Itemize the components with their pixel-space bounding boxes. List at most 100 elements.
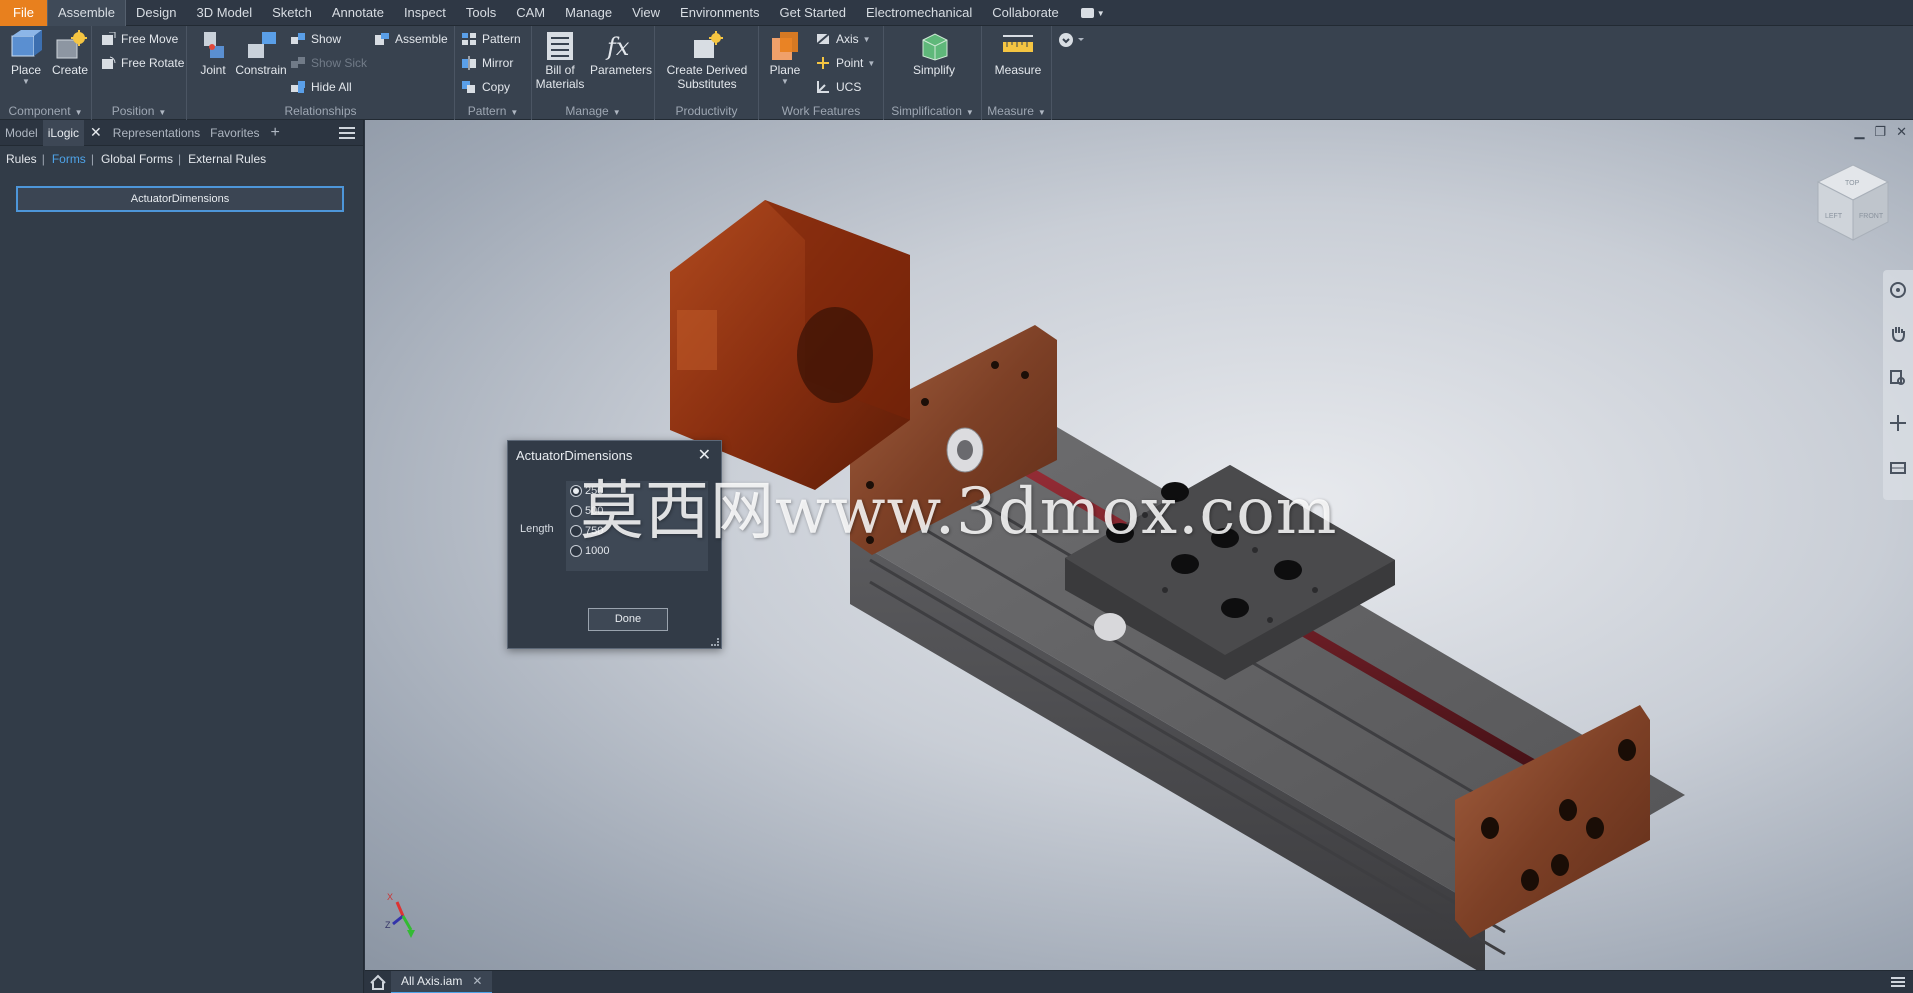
length-option-500[interactable]: 500 [566,501,708,521]
panel-label-manage[interactable]: Manage ▼ [532,104,654,118]
tab-favorites[interactable]: Favorites [205,120,264,146]
dialog-title-bar[interactable]: ActuatorDimensions ✕ [508,441,721,469]
actuator-dimensions-form-button[interactable]: ActuatorDimensions [16,186,344,212]
pattern-button[interactable]: Pattern [461,29,521,49]
radio-icon[interactable] [570,545,582,557]
panel-label-simplification[interactable]: Simplification ▼ [884,104,981,118]
length-option-750[interactable]: 750 [566,521,708,541]
show-button[interactable]: Show [290,29,341,49]
menu-tab-get-started[interactable]: Get Started [770,0,856,26]
measure-button[interactable]: Measure [992,28,1044,92]
panel-label-component[interactable]: Component ▼ [0,104,91,118]
radio-icon[interactable] [570,525,582,537]
link-rules[interactable]: Rules [6,152,37,166]
menu-tab-environments[interactable]: Environments [670,0,769,26]
document-close-icon[interactable]: ✕ [472,974,482,988]
menu-tab-assemble[interactable]: Assemble [46,0,127,26]
parameters-button[interactable]: fx Parameters [590,28,652,92]
hide-all-button[interactable]: Hide All [290,77,352,97]
mirror-button[interactable]: Mirror [461,53,513,73]
link-external-rules[interactable]: External Rules [188,152,266,166]
look-at-icon[interactable] [1883,445,1913,490]
orbit-icon[interactable] [1883,400,1913,445]
minimize-icon[interactable]: ▁ [1854,124,1864,140]
menu-tab-electromechanical[interactable]: Electromechanical [856,0,982,26]
panel-position: Free Move Free Rotate Position ▼ [92,26,187,120]
link-global-forms[interactable]: Global Forms [101,152,173,166]
pan-hand-icon[interactable] [1883,310,1913,355]
length-option-1000[interactable]: 1000 [566,541,708,561]
menu-tab-annotate[interactable]: Annotate [322,0,394,26]
menu-tab-sketch[interactable]: Sketch [262,0,322,26]
link-forms[interactable]: Forms [52,152,86,166]
view-cube[interactable]: TOP LEFT FRONT [1813,160,1893,253]
menu-tab-3d-model[interactable]: 3D Model [187,0,263,26]
panel-label-position[interactable]: Position ▼ [92,104,186,118]
create-derived-substitutes-button[interactable]: Create Derived Substitutes [659,28,755,92]
document-tab-all-axis[interactable]: All Axis.iam ✕ [391,970,493,993]
free-rotate-button[interactable]: Free Rotate [100,53,184,73]
plane-button[interactable]: Plane ▼ [761,28,809,92]
panel-pattern: Pattern Mirror Copy Pattern ▼ [455,26,532,120]
menu-tab-collaborate[interactable]: Collaborate [982,0,1069,26]
simplify-button[interactable]: Simplify [908,28,960,92]
panel-simplification: Simplify Simplification ▼ [884,26,982,120]
menu-tab-inspect[interactable]: Inspect [394,0,456,26]
show-sick-icon [290,56,306,70]
triad-x-label: X [387,892,393,902]
menu-tab-file[interactable]: File [0,0,47,26]
home-icon[interactable] [365,971,391,993]
create-button[interactable]: Create [46,28,94,92]
free-move-button[interactable]: Free Move [100,29,178,49]
ucs-icon [815,80,831,94]
point-button[interactable]: Point ▼ [815,53,875,73]
document-menu-icon[interactable] [1891,975,1905,989]
length-option-250[interactable]: 250 [566,481,708,501]
assemble-button[interactable]: Assemble [374,29,448,49]
camera-dropdown-icon[interactable]: ▼ [1079,6,1105,20]
menu-tab-manage[interactable]: Manage [555,0,622,26]
axis-button[interactable]: Axis ▼ [815,29,871,49]
restore-icon[interactable]: ❐ [1874,124,1886,140]
menu-tab-tools[interactable]: Tools [456,0,506,26]
close-tab-icon[interactable]: ✕ [84,124,108,141]
viewcube-front-label: FRONT [1859,213,1884,220]
done-button[interactable]: Done [588,608,668,631]
tab-ilogic[interactable]: iLogic [42,119,85,146]
browser-menu-icon[interactable] [339,124,355,142]
panel-work-features: Plane ▼ Axis ▼ Point ▼ UCS Work Features [759,26,884,120]
radio-selected-icon[interactable] [570,485,582,497]
document-tab-label: All Axis.iam [401,974,463,988]
place-button[interactable]: Place ▼ [2,28,50,92]
document-tab-bar: All Axis.iam ✕ [365,970,1913,993]
dialog-title: ActuatorDimensions [516,447,633,463]
panel-productivity: Create Derived Substitutes Productivity [655,26,759,120]
show-icon [290,32,306,46]
browser-tabs: Model iLogic ✕ Representations Favorites… [0,119,363,146]
plane-dropdown-icon[interactable]: ▼ [761,77,809,86]
panel-label-measure[interactable]: Measure ▼ [982,104,1051,118]
menu-tab-design[interactable]: Design [126,0,186,26]
menu-tab-view[interactable]: View [622,0,670,26]
copy-button[interactable]: Copy [461,77,510,97]
actuator-dimensions-dialog: ActuatorDimensions ✕ Length 250 500 750 … [507,440,722,649]
radio-icon[interactable] [570,505,582,517]
ucs-button[interactable]: UCS [815,77,861,97]
constrain-button[interactable]: Constrain [233,28,289,92]
tab-representations[interactable]: Representations [108,120,205,146]
show-sick-button[interactable]: Show Sick [290,53,367,73]
tab-model[interactable]: Model [0,120,43,146]
zoom-icon[interactable] [1883,355,1913,400]
resize-grip-icon[interactable] [711,638,719,646]
panel-label-pattern[interactable]: Pattern ▼ [455,104,531,118]
add-tab-icon[interactable]: + [265,124,286,142]
menu-tab-cam[interactable]: CAM [506,0,555,26]
place-dropdown-icon[interactable]: ▼ [2,77,50,86]
parameters-fx-icon: fx [604,30,638,62]
joint-button[interactable]: Joint [189,28,237,92]
close-window-icon[interactable]: ✕ [1896,124,1907,140]
bill-of-materials-button[interactable]: Bill of Materials [534,28,586,92]
steering-wheel-icon[interactable] [1883,270,1913,310]
quick-access-dropdown-icon[interactable] [1058,32,1086,51]
dialog-close-icon[interactable]: ✕ [698,445,711,465]
